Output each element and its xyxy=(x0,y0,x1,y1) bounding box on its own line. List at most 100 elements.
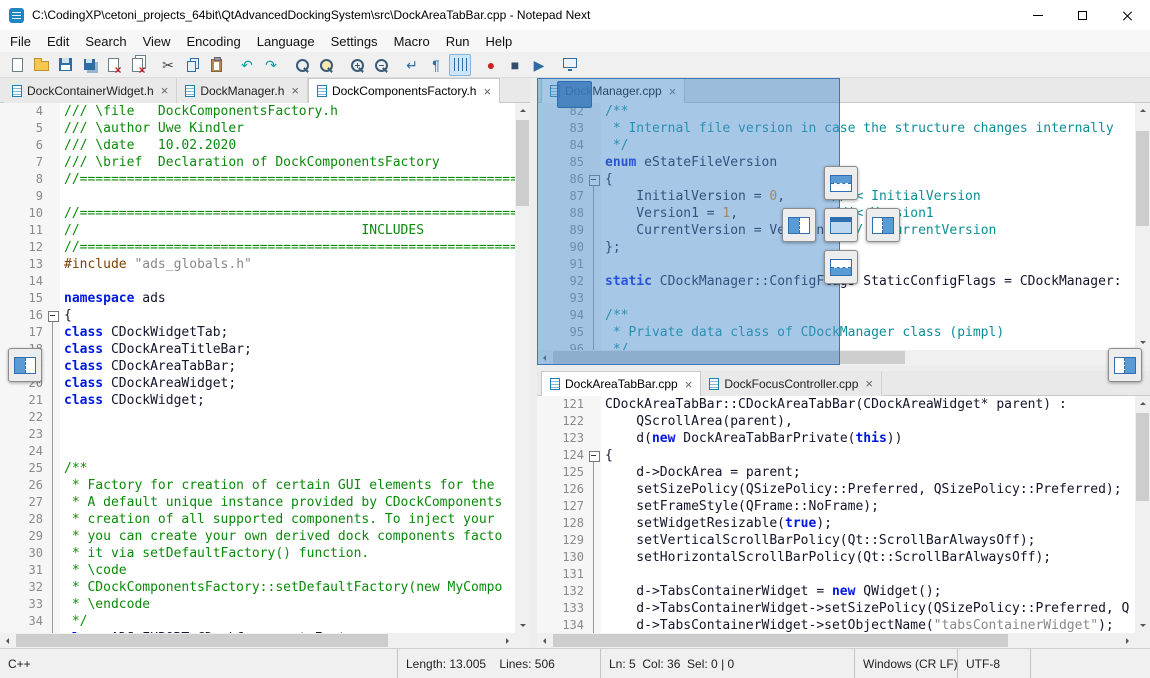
menu-language[interactable]: Language xyxy=(249,30,323,52)
menu-edit[interactable]: Edit xyxy=(39,30,77,52)
tab-close-icon[interactable]: × xyxy=(865,377,873,390)
redo-button[interactable]: ↷ xyxy=(260,54,282,76)
show-symbols-button[interactable]: ¶ xyxy=(425,54,447,76)
tab-DockFocusController.cpp[interactable]: DockFocusController.cpp× xyxy=(701,371,882,396)
menu-view[interactable]: View xyxy=(135,30,179,52)
editor-inspector-button[interactable] xyxy=(559,54,581,76)
line-number: 32 xyxy=(0,579,60,596)
find-button[interactable] xyxy=(291,54,313,76)
vertical-splitter[interactable] xyxy=(530,78,537,648)
indent-guide-button[interactable] xyxy=(449,54,471,76)
new-file-button[interactable] xyxy=(6,54,28,76)
copy-button[interactable] xyxy=(181,54,203,76)
code-line: /// \author Uwe Kindler xyxy=(64,120,515,137)
drop-indicator-top[interactable] xyxy=(824,166,858,200)
tab-close-icon[interactable]: × xyxy=(483,85,491,98)
code-line: class CDockAreaTabBar; xyxy=(64,358,515,375)
scroll-up-arrow[interactable] xyxy=(1135,103,1150,118)
minimize-button[interactable] xyxy=(1015,0,1060,30)
toolbar-separator xyxy=(473,54,480,76)
code-area[interactable]: /// \file DockComponentsFactory.h/// \au… xyxy=(60,103,515,633)
menubar: FileEditSearchViewEncodingLanguageSettin… xyxy=(0,30,1150,52)
tab-DockAreaTabBar.cpp[interactable]: DockAreaTabBar.cpp× xyxy=(541,371,701,396)
zoom-out-button[interactable] xyxy=(370,54,392,76)
scroll-right-arrow[interactable] xyxy=(500,633,515,648)
toolbar-separator xyxy=(229,54,236,76)
toolbar-separator xyxy=(284,54,291,76)
undo-button[interactable]: ↶ xyxy=(236,54,258,76)
line-number: 7 xyxy=(0,154,60,171)
macro-stop-button[interactable]: ■ xyxy=(504,54,526,76)
cut-button[interactable]: ✂ xyxy=(157,54,179,76)
new-file-icon xyxy=(12,58,23,72)
fold-marker-icon[interactable] xyxy=(587,447,601,464)
close-all-button[interactable] xyxy=(126,54,148,76)
scroll-thumb[interactable] xyxy=(16,634,388,647)
scroll-left-arrow[interactable] xyxy=(537,633,552,648)
scroll-thumb[interactable] xyxy=(1136,413,1149,501)
top-right-editor-vscrollbar[interactable] xyxy=(1135,103,1150,350)
code-line xyxy=(64,426,515,443)
drop-indicator-right[interactable] xyxy=(866,208,900,242)
drop-indicator-left[interactable] xyxy=(782,208,816,242)
menu-settings[interactable]: Settings xyxy=(323,30,386,52)
paste-button[interactable] xyxy=(205,54,227,76)
menu-file[interactable]: File xyxy=(2,30,39,52)
macro-play-button[interactable]: ▶ xyxy=(528,54,550,76)
line-number-gutter: 1211221231241251261271281291301311321331… xyxy=(537,396,601,633)
language-indicator: C++ xyxy=(0,649,398,678)
menu-search[interactable]: Search xyxy=(77,30,134,52)
drop-indicator-bottom[interactable] xyxy=(824,250,858,284)
macro-record-button[interactable]: ● xyxy=(480,54,502,76)
tab-close-icon[interactable]: × xyxy=(161,84,169,97)
code-line: * A default unique instance provided by … xyxy=(64,494,515,511)
drop-indicator-edge-left[interactable] xyxy=(8,348,42,382)
code-line: d(new DockAreaTabBarPrivate(this)) xyxy=(605,430,1135,447)
code-line: //======================================… xyxy=(64,171,515,188)
close-file-button[interactable] xyxy=(102,54,124,76)
menu-run[interactable]: Run xyxy=(438,30,478,52)
copy-icon xyxy=(187,61,196,72)
word-wrap-button[interactable]: ↵ xyxy=(401,54,423,76)
scroll-thumb[interactable] xyxy=(553,634,1008,647)
scroll-down-arrow[interactable] xyxy=(1135,618,1150,633)
tab-close-icon[interactable]: × xyxy=(291,84,299,97)
scroll-thumb[interactable] xyxy=(516,120,529,206)
drop-indicator-edge-right[interactable] xyxy=(1108,348,1142,382)
line-number: 15 xyxy=(0,290,60,307)
maximize-button[interactable] xyxy=(1060,0,1105,30)
code-area[interactable]: CDockAreaTabBar::CDockAreaTabBar(CDockAr… xyxy=(601,396,1135,633)
menu-macro[interactable]: Macro xyxy=(386,30,438,52)
drop-indicator-center[interactable] xyxy=(824,208,858,242)
scroll-right-arrow[interactable] xyxy=(1120,633,1135,648)
tab-DockManager.h[interactable]: DockManager.h× xyxy=(177,78,308,103)
scroll-thumb[interactable] xyxy=(1136,131,1149,226)
menu-encoding[interactable]: Encoding xyxy=(179,30,249,52)
scroll-up-arrow[interactable] xyxy=(1135,396,1150,411)
tab-close-icon[interactable]: × xyxy=(685,378,693,391)
editor-dockareatabbar[interactable]: 1211221231241251261271281291301311321331… xyxy=(537,396,1135,633)
save-button[interactable] xyxy=(54,54,76,76)
zoom-in-button[interactable] xyxy=(346,54,368,76)
line-number: 10 xyxy=(0,205,60,222)
tab-DockComponentsFactory.h[interactable]: DockComponentsFactory.h× xyxy=(308,78,500,103)
scroll-down-arrow[interactable] xyxy=(515,618,530,633)
tab-DockContainerWidget.h[interactable]: DockContainerWidget.h× xyxy=(4,78,177,103)
close-button[interactable] xyxy=(1105,0,1150,30)
code-line: { xyxy=(605,447,1135,464)
menu-help[interactable]: Help xyxy=(478,30,521,52)
bottom-right-editor-hscrollbar[interactable] xyxy=(537,633,1135,648)
save-copy-button[interactable] xyxy=(78,54,100,76)
bottom-right-editor-vscrollbar[interactable] xyxy=(1135,396,1150,633)
line-number: 11 xyxy=(0,222,60,239)
editor-dockcomponentsfactory[interactable]: 4567891011121314151617181920212223242526… xyxy=(0,103,515,633)
left-editor-vscrollbar[interactable] xyxy=(515,103,530,633)
left-editor-hscrollbar[interactable] xyxy=(0,633,515,648)
show-symbols-icon: ¶ xyxy=(432,58,440,72)
open-file-button[interactable] xyxy=(30,54,52,76)
scroll-up-arrow[interactable] xyxy=(515,103,530,118)
replace-button[interactable] xyxy=(315,54,337,76)
scroll-left-arrow[interactable] xyxy=(0,633,15,648)
line-number: 12 xyxy=(0,239,60,256)
fold-marker-icon[interactable] xyxy=(46,307,60,324)
